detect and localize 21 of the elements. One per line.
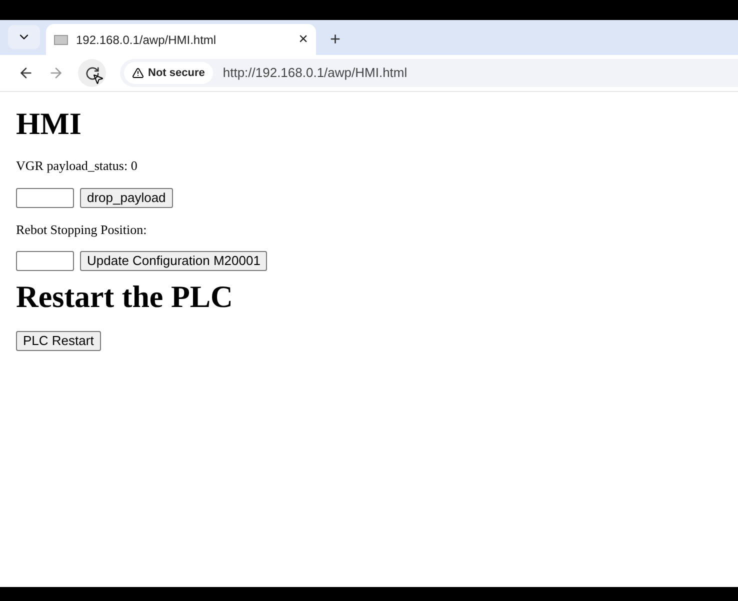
page-heading: HMI bbox=[16, 106, 82, 142]
tab-title: 192.168.0.1/awp/HMI.html bbox=[76, 32, 218, 48]
new-tab-button[interactable]: + bbox=[330, 30, 341, 48]
reload-icon bbox=[84, 66, 100, 80]
mouse-cursor-icon bbox=[92, 73, 104, 85]
update-configuration-button[interactable]: Update Configuration M20001 bbox=[80, 251, 268, 271]
warning-icon bbox=[132, 67, 144, 79]
position-label: Rebot Stopping Position: bbox=[16, 220, 148, 239]
security-chip[interactable]: Not secure bbox=[124, 62, 213, 84]
address-bar[interactable]: Not secure http://192.168.0.1/awp/HMI.html bbox=[120, 59, 738, 87]
browser-tab[interactable]: 192.168.0.1/awp/HMI.html × bbox=[46, 24, 316, 55]
position-input-field[interactable] bbox=[16, 251, 74, 271]
payload-input-field[interactable] bbox=[16, 188, 74, 208]
restart-heading: Restart the PLC bbox=[16, 279, 234, 315]
close-tab-button[interactable]: × bbox=[298, 32, 308, 48]
url-text: http://192.168.0.1/awp/HMI.html bbox=[222, 64, 408, 82]
site-favicon-icon bbox=[54, 34, 68, 44]
drop-payload-button[interactable]: drop_payload bbox=[80, 188, 173, 208]
reload-button[interactable] bbox=[78, 59, 106, 87]
status-text: VGR payload_status: 0 bbox=[16, 157, 138, 175]
plc-restart-button[interactable]: PLC Restart bbox=[16, 331, 101, 351]
